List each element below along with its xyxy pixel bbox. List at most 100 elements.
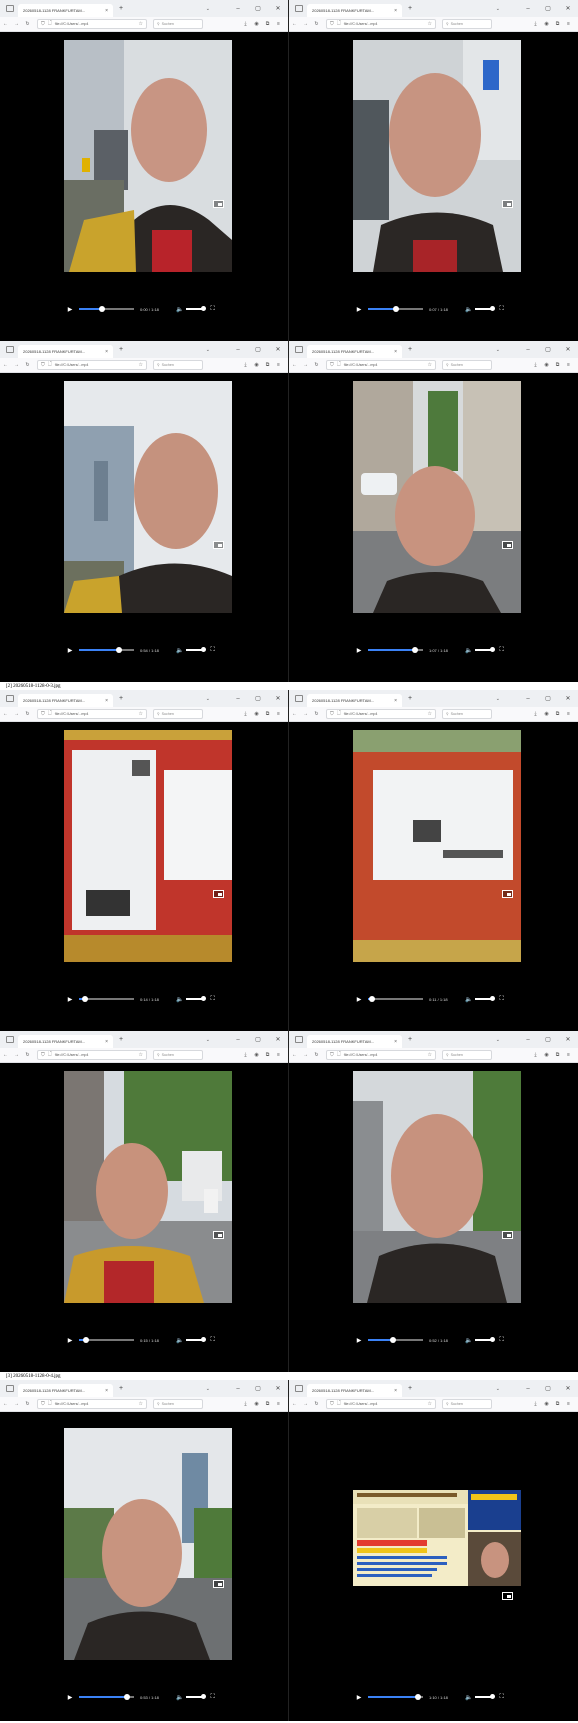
star-icon[interactable]: ☆ — [428, 21, 432, 27]
volume-slider[interactable] — [475, 647, 496, 652]
minimize-icon[interactable]: – — [228, 1386, 248, 1392]
minimize-icon[interactable]: – — [228, 1037, 248, 1043]
reload-icon[interactable]: ↻ — [22, 1401, 33, 1407]
volume-slider[interactable] — [186, 1694, 207, 1699]
picture-in-picture-icon[interactable] — [213, 890, 224, 898]
window-icon[interactable] — [295, 5, 303, 12]
browser-tab[interactable]: 20260518-1128 FRANKFURTAM... × — [18, 345, 113, 358]
search-input[interactable]: ⚲ Suchen — [442, 1399, 492, 1409]
progress-bar[interactable] — [79, 1337, 134, 1343]
minimize-icon[interactable]: – — [518, 347, 538, 353]
reload-icon[interactable]: ↻ — [22, 711, 33, 717]
play-icon[interactable]: ▶ — [64, 1694, 76, 1701]
reload-icon[interactable]: ↻ — [311, 362, 322, 368]
progress-knob[interactable] — [389, 1337, 396, 1343]
picture-in-picture-icon[interactable] — [213, 541, 224, 549]
window-icon[interactable] — [295, 695, 303, 702]
url-bar[interactable]: ⛉ 🗋 file:///C:/Users/...mp4 ☆ — [326, 709, 436, 719]
arrow-right-icon[interactable]: → — [300, 1052, 311, 1058]
fullscreen-icon[interactable]: ⛶ — [210, 996, 214, 1003]
picture-in-picture-icon[interactable] — [502, 890, 513, 898]
account-icon[interactable]: ◉ — [251, 711, 262, 717]
browser-tab[interactable]: 20260518-1128 FRANKFURTAM... × — [307, 345, 402, 358]
plus-icon[interactable]: + — [408, 1385, 412, 1392]
download-icon[interactable]: ⤓ — [240, 711, 251, 717]
search-input[interactable]: ⚲ Suchen — [442, 360, 492, 370]
menu-icon[interactable]: ≡ — [563, 1401, 574, 1407]
maximize-icon[interactable]: ▢ — [248, 1385, 268, 1392]
star-icon[interactable]: ☆ — [139, 21, 143, 27]
progress-bar[interactable] — [79, 647, 134, 653]
volume-knob[interactable] — [490, 1694, 496, 1699]
browser-tab[interactable]: 20260518-1128 FRANKFURTAM... × — [18, 1035, 113, 1048]
arrow-left-icon[interactable]: ← — [0, 1052, 11, 1058]
maximize-icon[interactable]: ▢ — [248, 5, 268, 12]
fullscreen-icon[interactable]: ⛶ — [210, 1694, 214, 1701]
window-icon[interactable] — [295, 1385, 303, 1392]
chevron-down-icon[interactable]: ⌄ — [496, 1037, 500, 1043]
arrow-left-icon[interactable]: ← — [289, 21, 300, 27]
puzzle-icon[interactable]: ⧉ — [552, 362, 563, 368]
progress-bar[interactable] — [368, 1337, 423, 1343]
arrow-right-icon[interactable]: → — [300, 21, 311, 27]
arrow-left-icon[interactable]: ← — [289, 1401, 300, 1407]
arrow-right-icon[interactable]: → — [300, 362, 311, 368]
minimize-icon[interactable]: – — [228, 6, 248, 12]
url-bar[interactable]: ⛉ 🗋 file:///C:/Users/...mp4 ☆ — [37, 1050, 147, 1060]
account-icon[interactable]: ◉ — [251, 1401, 262, 1407]
close-window-icon[interactable]: ✕ — [268, 1036, 288, 1043]
minimize-icon[interactable]: – — [518, 1037, 538, 1043]
plus-icon[interactable]: + — [408, 1036, 412, 1043]
play-icon[interactable]: ▶ — [64, 1337, 76, 1344]
fullscreen-icon[interactable]: ⛶ — [499, 1694, 503, 1701]
download-icon[interactable]: ⤓ — [530, 21, 541, 27]
maximize-icon[interactable]: ▢ — [538, 5, 558, 12]
chevron-down-icon[interactable]: ⌄ — [206, 6, 210, 12]
chevron-down-icon[interactable]: ⌄ — [496, 6, 500, 12]
progress-knob[interactable] — [81, 996, 88, 1002]
download-icon[interactable]: ⤓ — [240, 21, 251, 27]
arrow-left-icon[interactable]: ← — [0, 1401, 11, 1407]
close-icon[interactable]: × — [390, 349, 397, 355]
close-window-icon[interactable]: ✕ — [268, 5, 288, 12]
fullscreen-icon[interactable]: ⛶ — [499, 1337, 503, 1344]
close-window-icon[interactable]: ✕ — [558, 346, 578, 353]
menu-icon[interactable]: ≡ — [563, 362, 574, 368]
browser-tab[interactable]: 20260518-1128 FRANKFURTAM... × — [307, 1035, 402, 1048]
progress-bar[interactable] — [368, 996, 423, 1002]
search-input[interactable]: ⚲ Suchen — [153, 360, 203, 370]
menu-icon[interactable]: ≡ — [563, 711, 574, 717]
window-icon[interactable] — [6, 1036, 14, 1043]
chevron-down-icon[interactable]: ⌄ — [206, 1386, 210, 1392]
star-icon[interactable]: ☆ — [139, 711, 143, 717]
download-icon[interactable]: ⤓ — [530, 1052, 541, 1058]
volume-knob[interactable] — [201, 996, 207, 1001]
close-window-icon[interactable]: ✕ — [558, 5, 578, 12]
reload-icon[interactable]: ↻ — [311, 711, 322, 717]
play-icon[interactable]: ▶ — [353, 1337, 365, 1344]
picture-in-picture-icon[interactable] — [502, 1592, 513, 1600]
plus-icon[interactable]: + — [119, 695, 123, 702]
arrow-right-icon[interactable]: → — [300, 1401, 311, 1407]
close-window-icon[interactable]: ✕ — [268, 695, 288, 702]
search-input[interactable]: ⚲ Suchen — [153, 709, 203, 719]
arrow-left-icon[interactable]: ← — [289, 711, 300, 717]
reload-icon[interactable]: ↻ — [22, 362, 33, 368]
arrow-right-icon[interactable]: → — [11, 1052, 22, 1058]
play-icon[interactable]: ▶ — [353, 306, 365, 313]
progress-bar[interactable] — [368, 647, 423, 653]
arrow-right-icon[interactable]: → — [11, 21, 22, 27]
speaker-icon[interactable]: 🔈 — [465, 647, 472, 654]
search-input[interactable]: ⚲ Suchen — [442, 19, 492, 29]
browser-tab[interactable]: 20260518-1128 FRANKFURTAM... × — [307, 694, 402, 707]
speaker-icon[interactable]: 🔈 — [465, 996, 472, 1003]
progress-knob[interactable] — [414, 1694, 421, 1700]
chevron-down-icon[interactable]: ⌄ — [496, 696, 500, 702]
volume-slider[interactable] — [475, 1694, 496, 1699]
progress-knob[interactable] — [369, 996, 376, 1002]
download-icon[interactable]: ⤓ — [530, 1401, 541, 1407]
url-bar[interactable]: ⛉ 🗋 file:///C:/Users/...mp4 ☆ — [326, 360, 436, 370]
window-icon[interactable] — [295, 1036, 303, 1043]
star-icon[interactable]: ☆ — [428, 711, 432, 717]
chevron-down-icon[interactable]: ⌄ — [206, 696, 210, 702]
